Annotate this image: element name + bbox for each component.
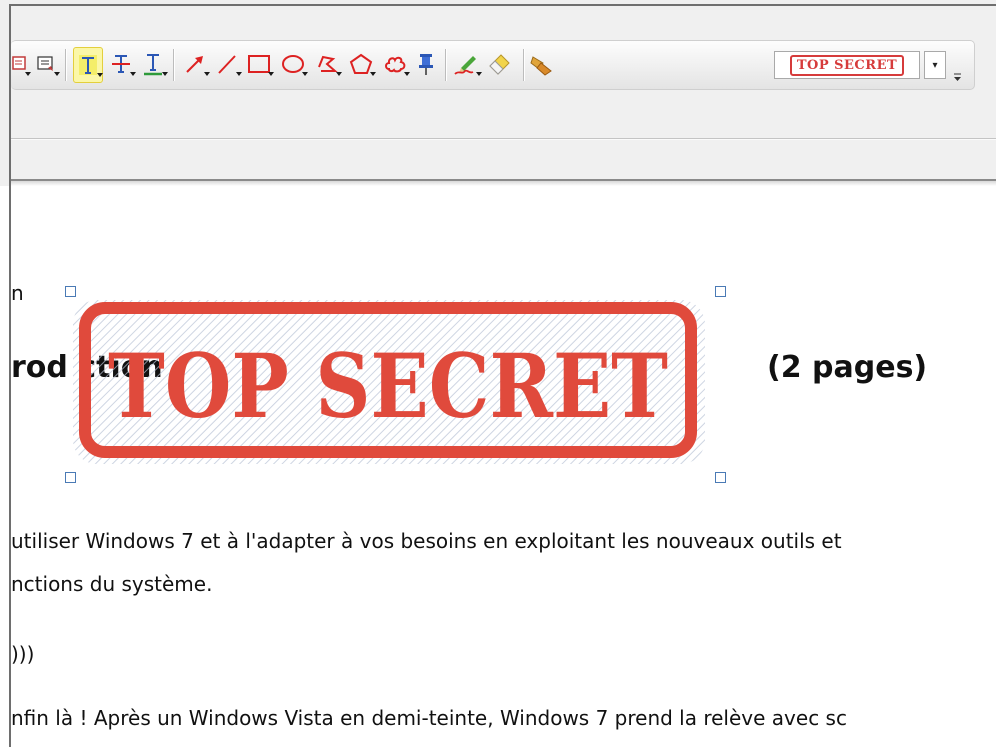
eraser-icon — [487, 52, 513, 76]
selection-handle-top-left[interactable] — [65, 286, 76, 297]
toolbar-separator — [445, 49, 446, 81]
underline-text-icon — [142, 52, 164, 76]
stamp-preset-selector[interactable]: TOP SECRET — [774, 51, 920, 79]
highlight-text-icon — [77, 53, 99, 77]
text-box-tool-button[interactable] — [33, 47, 60, 81]
line-tool-button[interactable] — [213, 47, 242, 81]
chevron-down-icon: ▾ — [932, 59, 938, 71]
highlight-text-tool-button[interactable] — [73, 47, 103, 83]
ribbon-divider-highlight — [11, 139, 996, 140]
toolbar-separator — [523, 49, 524, 81]
pin-tool-button[interactable] — [413, 47, 439, 81]
stamp-text: TOP SECRET — [108, 334, 668, 438]
window-top-border — [10, 4, 996, 6]
text-box-icon — [36, 54, 56, 74]
selection-handle-bottom-left[interactable] — [65, 472, 76, 483]
arrow-tool-button[interactable] — [181, 47, 210, 81]
document-paragraph: nfin là ! Après un Windows Vista en demi… — [11, 706, 847, 730]
pdf-editor-window: TOP SECRET ▾ n rod ction (2 pages) utili… — [0, 0, 996, 747]
top-secret-stamp-annotation[interactable]: TOP SECRET — [63, 286, 726, 483]
selection-handle-top-right[interactable] — [715, 286, 726, 297]
eraser-tool-button[interactable] — [485, 47, 515, 81]
toolbar-separator — [173, 49, 174, 81]
stamp-preset-label: TOP SECRET — [789, 54, 905, 76]
note-icon — [12, 55, 26, 73]
document-paragraph: nctions du système. — [11, 572, 213, 596]
toolbar-options-grip[interactable] — [953, 68, 962, 82]
pencil-tool-button[interactable] — [451, 47, 482, 81]
document-heading-page-count: (2 pages) — [767, 350, 928, 385]
note-tool-button[interactable] — [8, 47, 31, 81]
ellipse-tool-button[interactable] — [279, 47, 308, 81]
polygon-tool-button[interactable] — [347, 47, 376, 81]
underline-text-tool-button[interactable] — [139, 47, 168, 81]
document-page[interactable]: n rod ction (2 pages) utiliser Windows 7… — [11, 186, 996, 747]
polyline-tool-button[interactable] — [313, 47, 342, 81]
cloud-tool-button[interactable] — [381, 47, 410, 81]
rectangle-tool-button[interactable] — [245, 47, 274, 81]
arrow-icon — [184, 53, 206, 75]
stamp-dropdown-button[interactable]: ▾ — [924, 51, 946, 79]
document-text-line: n — [11, 281, 24, 305]
document-paragraph: utiliser Windows 7 et à l'adapter à vos … — [11, 529, 842, 553]
strikeout-text-tool-button[interactable] — [107, 47, 136, 81]
line-icon — [216, 53, 238, 75]
toolbar-separator — [65, 49, 66, 81]
stamp-tool-button[interactable] — [527, 47, 557, 81]
pushpin-icon — [417, 52, 435, 76]
selection-handle-bottom-right[interactable] — [715, 472, 726, 483]
document-paragraph: ))) — [11, 642, 35, 666]
stamp-icon — [529, 51, 555, 77]
ribbon-area: TOP SECRET ▾ — [0, 0, 996, 186]
strikeout-text-icon — [110, 52, 132, 76]
